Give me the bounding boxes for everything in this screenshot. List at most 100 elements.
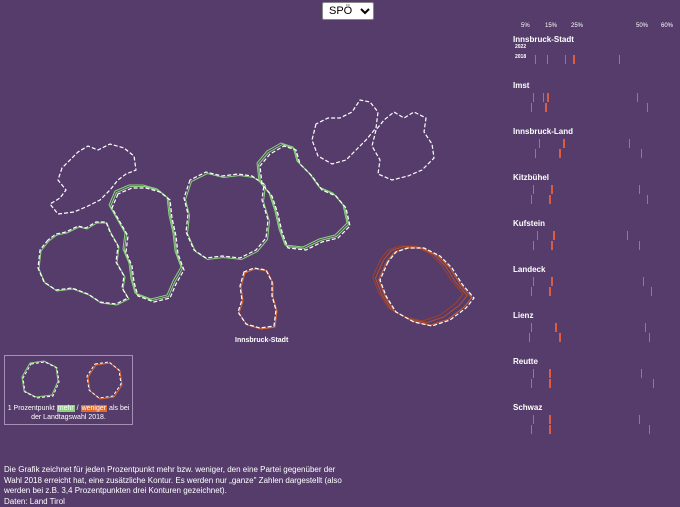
bar-mark-party [559,333,561,342]
axis-tick: 5% [521,23,530,29]
bar-mark-party [551,241,553,250]
bar-mark-party [553,231,555,240]
legend-shapes [5,356,132,404]
year-label-2022: 2022 [515,44,526,50]
district-outline-schwaz [257,143,350,250]
district-outline-innsbruck-stadt [238,268,277,329]
region-name: Imst [513,81,678,90]
bar-mark [653,379,654,388]
region-name: Kufstein [513,219,678,228]
bar-mark [537,231,538,240]
bar-mark [647,195,648,204]
region-name: Schwaz [513,403,678,412]
region-name: Landeck [513,265,678,274]
bar-mark-party [545,103,547,112]
region-name: Innsbruck-Stadt [513,35,678,44]
bar-mark [529,333,530,342]
bar-mark [651,287,652,296]
innsbruck-stadt-label: Innsbruck-Stadt [235,337,288,344]
footer-description: Die Grafik zeichnet für jeden Prozentpun… [4,465,344,497]
bar-track [521,415,673,424]
bar-mark [543,93,544,102]
bar-mark [565,55,566,64]
bar-mark [533,369,534,378]
region-name: Reutte [513,357,678,366]
bar-mark [627,231,628,240]
bar-mark-party [549,287,551,296]
legend-separator: / [77,405,79,412]
bar-mark [531,103,532,112]
bar-track [521,369,673,378]
bar-mark [531,323,532,332]
bar-track [521,55,673,64]
bar-track [521,231,673,240]
bar-mark-party [549,415,551,424]
bar-track [521,139,673,148]
bar-track [521,185,673,194]
bar-mark [531,195,532,204]
region-innsbruck-stadt: Innsbruck-Stadt 2022 2018 [513,35,678,44]
region-schwaz: Schwaz [513,403,678,412]
bar-track [521,93,673,102]
bar-mark [639,185,640,194]
district-outline-lienz [373,246,474,326]
region-lienz: Lienz [513,311,678,320]
footer-note: Die Grafik zeichnet für jeden Prozentpun… [4,465,344,507]
bar-mark-party [549,369,551,378]
bar-mark [645,323,646,332]
bar-mark [533,93,534,102]
bar-mark [531,287,532,296]
bar-mark [629,139,630,148]
legend-box: 1 Prozentpunkt mehr / weniger als bei de… [4,355,133,425]
axis-tick: 50% [636,23,648,29]
bar-mark [649,425,650,434]
bar-mark-party [559,149,561,158]
region-kufstein: Kufstein [513,219,678,228]
district-outline-imst [109,185,184,302]
bar-mark [533,241,534,250]
bar-mark [531,425,532,434]
district-outline-landeck [38,222,129,305]
district-map [0,0,500,350]
bar-mark [643,277,644,286]
bar-mark-party [563,139,565,148]
bar-mark [531,379,532,388]
bar-mark [533,415,534,424]
bar-mark-party [551,277,553,286]
bar-mark-party [547,93,549,102]
bar-mark [641,369,642,378]
bar-mark-party [555,323,557,332]
district-outline-kitzbuehel [372,112,434,180]
district-outline-innsbruck-land [184,172,270,260]
bar-mark [535,55,536,64]
bar-mark [539,139,540,148]
legend-more-label: mehr [57,405,75,412]
bar-mark [639,241,640,250]
region-landeck: Landeck [513,265,678,274]
bar-mark [533,185,534,194]
bar-track [521,379,673,388]
legend-less-label: weniger [81,405,108,412]
footer-source: Daten: Land Tirol [4,497,344,507]
region-innsbruck-land: Innsbruck-Land [513,127,678,136]
bar-track [521,241,673,250]
district-outline-kufstein [312,100,378,164]
region-imst: Imst [513,81,678,90]
bar-mark-party [549,425,551,434]
bar-mark-party [549,379,551,388]
region-name: Lienz [513,311,678,320]
region-reutte: Reutte [513,357,678,366]
bar-mark [641,149,642,158]
legend-more-contour [22,361,58,397]
region-name: Kitzbühel [513,173,678,182]
bar-mark [637,93,638,102]
bar-track [521,103,673,112]
region-name: Innsbruck-Land [513,127,678,136]
legend-more-outline [23,362,59,398]
bar-track [521,149,673,158]
bar-track [521,195,673,204]
bar-mark-party [573,55,575,64]
bar-track [521,425,673,434]
bar-mark [547,55,548,64]
bar-track [521,323,673,332]
